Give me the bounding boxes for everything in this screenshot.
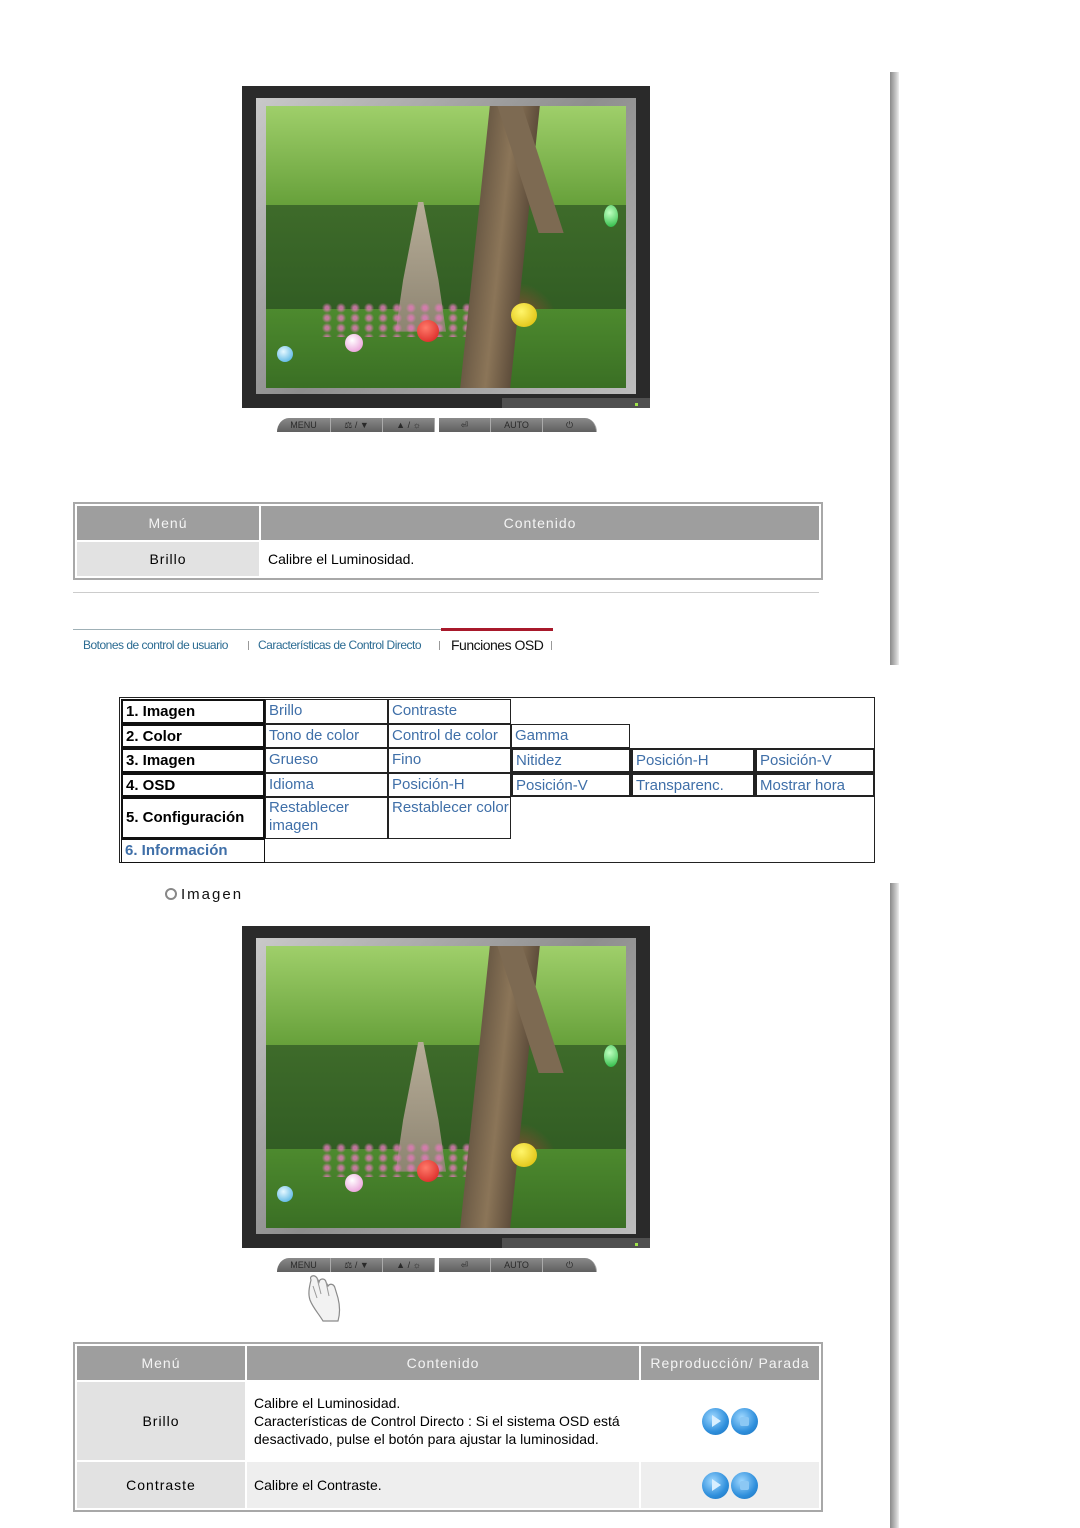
brightness-info-table: Menú Contenido Brillo Calibre el Luminos… (73, 502, 823, 580)
enter-button[interactable]: ⏎ (439, 1258, 491, 1272)
active-tab-indicator (441, 628, 553, 631)
monitor-illustration (242, 86, 650, 408)
up-brightness-button[interactable]: ▲ / ☼ (383, 418, 435, 432)
circle-arrow-icon (165, 888, 177, 900)
menu-cell: Brillo (77, 1382, 245, 1460)
osd-item-grueso[interactable]: Grueso (265, 748, 388, 773)
right-divider-bar (890, 883, 899, 1528)
play-stop-cell (641, 1462, 819, 1508)
auto-button[interactable]: AUTO (491, 1258, 543, 1272)
power-button[interactable]: ⏻ (543, 1258, 597, 1272)
menu-cell: Contraste (77, 1462, 245, 1508)
osd-menu-imagen-2[interactable]: 3. Imagen (121, 748, 265, 773)
osd-item-fino[interactable]: Fino (388, 748, 511, 773)
section-title-text: Imagen (181, 886, 244, 903)
stop-icon[interactable] (731, 1407, 758, 1435)
osd-item-tono-de-color[interactable]: Tono de color (265, 724, 388, 748)
osd-item-nitidez[interactable]: Nitidez (511, 748, 631, 773)
monitor-bezel (256, 98, 636, 394)
monitor-bezel (256, 938, 636, 1234)
monitor-screen-image (266, 106, 626, 388)
divider (73, 592, 819, 593)
tab-separator (439, 641, 440, 650)
stop-icon[interactable] (731, 1471, 758, 1499)
tab-bar: Botones de control de usuario Caracterís… (73, 628, 553, 658)
tab-osd-functions[interactable]: Funciones OSD (451, 637, 544, 653)
monitor-control-strip (502, 1238, 650, 1248)
osd-item-brillo[interactable]: Brillo (265, 699, 388, 724)
osd-item-restablecer-imagen[interactable]: Restablecer imagen (265, 797, 388, 839)
menu-cell: Brillo (77, 542, 259, 576)
content-line: Calibre el Contraste. (254, 1477, 382, 1493)
play-icon[interactable] (702, 1407, 729, 1435)
osd-item-idioma[interactable]: Idioma (265, 773, 388, 797)
table-row: Brillo Calibre el Luminosidad. (77, 542, 819, 576)
power-led-icon (635, 1243, 638, 1246)
monitor-control-strip (502, 398, 650, 408)
monitor-illustration (242, 926, 650, 1248)
magic-down-button[interactable]: ⚖ / ▼ (331, 1258, 383, 1272)
up-brightness-button[interactable]: ▲ / ☼ (383, 1258, 435, 1272)
magic-down-button[interactable]: ⚖ / ▼ (331, 418, 383, 432)
hand-pointer-icon (308, 1275, 341, 1322)
power-led-icon (635, 403, 638, 406)
menu-button[interactable]: MENU (277, 418, 331, 432)
osd-item-contraste[interactable]: Contraste (388, 699, 511, 724)
image-settings-table: Menú Contenido Reproducción/ Parada Bril… (73, 1342, 823, 1512)
menu-column-header: Menú (77, 1346, 245, 1380)
osd-item-posicion-h-osd[interactable]: Posición-H (388, 773, 511, 797)
table-row: Contraste Calibre el Contraste. (77, 1462, 819, 1508)
monitor-button-bar: MENU ⚖ / ▼ ▲ / ☼ ⏎ AUTO ⏻ (277, 418, 597, 432)
tab-separator (551, 641, 552, 650)
osd-item-restablecer-color[interactable]: Restablecer color (388, 797, 511, 839)
section-title: Imagen (165, 886, 243, 903)
osd-item-control-de-color[interactable]: Control de color (388, 724, 511, 748)
content-line: Características de Control Directo : Si … (254, 1413, 620, 1447)
enter-button[interactable]: ⏎ (439, 418, 491, 432)
osd-menu-osd[interactable]: 4. OSD (121, 773, 265, 797)
content-column-header: Contenido (247, 1346, 639, 1380)
auto-button[interactable]: AUTO (491, 418, 543, 432)
content-line: Calibre el Luminosidad. (254, 1395, 401, 1411)
osd-item-mostrar-hora[interactable]: Mostrar hora (755, 773, 875, 797)
osd-item-posicion-h[interactable]: Posición-H (631, 748, 755, 773)
osd-item-gamma[interactable]: Gamma (511, 724, 630, 748)
tab-direct-control-features[interactable]: Características de Control Directo (258, 638, 422, 652)
osd-menu-grid: 1. Imagen Brillo Contraste 2. Color Tono… (119, 697, 875, 863)
osd-menu-imagen[interactable]: 1. Imagen (121, 699, 265, 724)
osd-item-posicion-v-osd[interactable]: Posición-V (511, 773, 631, 797)
content-cell: Calibre el Contraste. (247, 1462, 639, 1508)
menu-column-header: Menú (77, 506, 259, 540)
play-stop-cell (641, 1382, 819, 1460)
table-row: Brillo Calibre el Luminosidad. Caracterí… (77, 1382, 819, 1460)
monitor-screen-image (266, 946, 626, 1228)
play-stop-column-header: Reproducción/ Parada (641, 1346, 819, 1380)
osd-menu-color[interactable]: 2. Color (121, 724, 265, 748)
osd-item-posicion-v[interactable]: Posición-V (755, 748, 875, 773)
right-divider-bar (890, 72, 899, 665)
monitor-button-bar: MENU ⚖ / ▼ ▲ / ☼ ⏎ AUTO ⏻ (277, 1258, 597, 1272)
power-button[interactable]: ⏻ (543, 418, 597, 432)
menu-button[interactable]: MENU (277, 1258, 331, 1272)
content-cell: Calibre el Luminosidad. (268, 551, 415, 567)
osd-menu-informacion[interactable]: 6. Información (121, 839, 265, 863)
play-icon[interactable] (702, 1471, 729, 1499)
osd-item-transparencia[interactable]: Transparenc. (631, 773, 755, 797)
content-column-header: Contenido (261, 506, 819, 540)
osd-menu-configuracion[interactable]: 5. Configuración (121, 797, 265, 839)
content-cell: Calibre el Luminosidad. Características … (247, 1382, 639, 1460)
tab-user-control-buttons[interactable]: Botones de control de usuario (83, 638, 228, 652)
tab-separator (248, 641, 249, 650)
